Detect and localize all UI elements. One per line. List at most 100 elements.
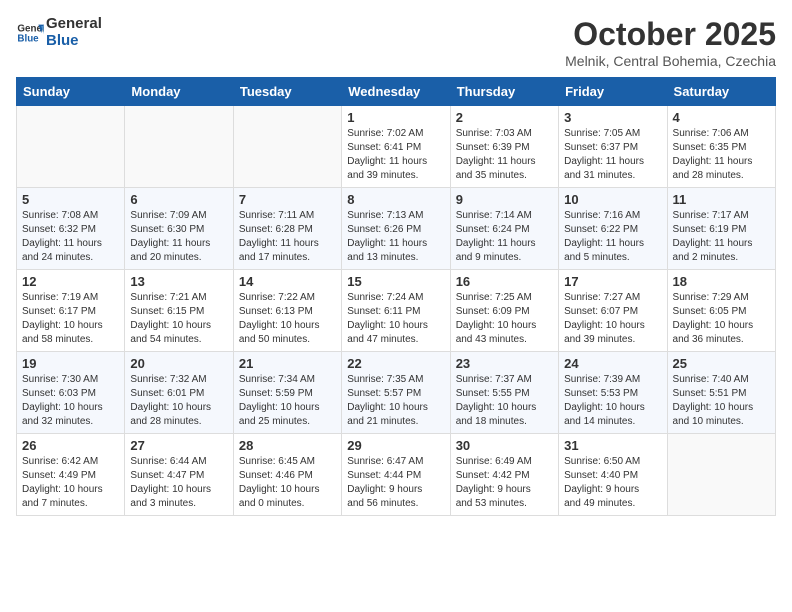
day-info: Sunrise: 7:39 AM Sunset: 5:53 PM Dayligh…	[564, 373, 661, 429]
weekday-header-thursday: Thursday	[450, 78, 558, 106]
weekday-header-row: SundayMondayTuesdayWednesdayThursdayFrid…	[17, 78, 776, 106]
day-number: 12	[22, 274, 119, 289]
calendar-cell: 17Sunrise: 7:27 AM Sunset: 6:07 PM Dayli…	[559, 270, 667, 352]
day-number: 31	[564, 438, 661, 453]
day-info: Sunrise: 7:14 AM Sunset: 6:24 PM Dayligh…	[456, 209, 553, 265]
week-row-3: 12 Sunrise: 7:19 AM Sunset: 6:17 PM Dayli…	[17, 270, 776, 352]
day-number: 6	[130, 192, 227, 207]
day-info: Sunrise: 7:13 AM Sunset: 6:26 PM Dayligh…	[347, 209, 444, 265]
calendar-cell: 1Sunrise: 7:02 AM Sunset: 6:41 PM Daylig…	[342, 106, 450, 188]
day-info: Sunrise: 7:40 AM Sunset: 5:51 PM Dayligh…	[673, 373, 770, 429]
week-row-5: 26 Sunrise: 6:42 AM Sunset: 4:49 PM Dayli…	[17, 434, 776, 516]
weekday-header-sunday: Sunday	[17, 78, 125, 106]
day-info: Sunrise: 7:24 AM Sunset: 6:11 PM Dayligh…	[347, 291, 444, 347]
weekday-header-wednesday: Wednesday	[342, 78, 450, 106]
day-info: Sunrise: 6:49 AM Sunset: 4:42 PM Dayligh…	[456, 455, 553, 511]
day-number: 30	[456, 438, 553, 453]
calendar-cell: 2 Sunrise: 7:03 AM Sunset: 6:39 PM Daylig…	[450, 106, 558, 188]
svg-text:Blue: Blue	[17, 33, 39, 44]
calendar-cell: 31 Sunrise: 6:50 AM Sunset: 4:40 PM Dayli…	[559, 434, 667, 516]
page-header: General Blue General Blue October 2025 M…	[16, 16, 776, 69]
calendar-cell	[233, 106, 341, 188]
day-info: Sunrise: 6:42 AM Sunset: 4:49 PM Dayligh…	[22, 455, 119, 511]
day-number: 3	[564, 110, 661, 125]
day-info: Sunrise: 7:08 AM Sunset: 6:32 PM Dayligh…	[22, 209, 119, 265]
day-number: 22	[347, 356, 444, 371]
day-info: Sunrise: 7:27 AM Sunset: 6:07 PM Dayligh…	[564, 291, 661, 347]
calendar-cell: 4 Sunrise: 7:06 AM Sunset: 6:35 PM Daylig…	[667, 106, 775, 188]
day-number: 28	[239, 438, 336, 453]
calendar-cell: 26 Sunrise: 6:42 AM Sunset: 4:49 PM Dayli…	[17, 434, 125, 516]
calendar-cell	[125, 106, 233, 188]
month-title: October 2025	[565, 16, 776, 53]
week-row-4: 19 Sunrise: 7:30 AM Sunset: 6:03 PM Dayli…	[17, 352, 776, 434]
calendar-cell: 8 Sunrise: 7:13 AM Sunset: 6:26 PM Daylig…	[342, 188, 450, 270]
calendar-cell: 30 Sunrise: 6:49 AM Sunset: 4:42 PM Dayli…	[450, 434, 558, 516]
logo: General Blue General Blue	[16, 16, 102, 49]
day-info: Sunrise: 7:02 AM Sunset: 6:41 PM Dayligh…	[347, 127, 444, 183]
calendar-cell: 15 Sunrise: 7:24 AM Sunset: 6:11 PM Dayli…	[342, 270, 450, 352]
day-info: Sunrise: 7:22 AM Sunset: 6:13 PM Dayligh…	[239, 291, 336, 347]
day-info: Sunrise: 7:25 AM Sunset: 6:09 PM Dayligh…	[456, 291, 553, 347]
calendar-cell: 9 Sunrise: 7:14 AM Sunset: 6:24 PM Daylig…	[450, 188, 558, 270]
day-number: 4	[673, 110, 770, 125]
weekday-header-tuesday: Tuesday	[233, 78, 341, 106]
calendar-cell: 28Sunrise: 6:45 AM Sunset: 4:46 PM Dayli…	[233, 434, 341, 516]
weekday-header-saturday: Saturday	[667, 78, 775, 106]
calendar-cell: 16 Sunrise: 7:25 AM Sunset: 6:09 PM Dayli…	[450, 270, 558, 352]
calendar-cell: 29 Sunrise: 6:47 AM Sunset: 4:44 PM Dayli…	[342, 434, 450, 516]
day-info: Sunrise: 7:32 AM Sunset: 6:01 PM Dayligh…	[130, 373, 227, 429]
day-info: Sunrise: 6:50 AM Sunset: 4:40 PM Dayligh…	[564, 455, 661, 511]
day-info: Sunrise: 7:09 AM Sunset: 6:30 PM Dayligh…	[130, 209, 227, 265]
day-info: Sunrise: 6:47 AM Sunset: 4:44 PM Dayligh…	[347, 455, 444, 511]
calendar-table: SundayMondayTuesdayWednesdayThursdayFrid…	[16, 77, 776, 516]
day-info: Sunrise: 7:11 AM Sunset: 6:28 PM Dayligh…	[239, 209, 336, 265]
day-number: 15	[347, 274, 444, 289]
calendar-cell: 6 Sunrise: 7:09 AM Sunset: 6:30 PM Daylig…	[125, 188, 233, 270]
day-number: 7	[239, 192, 336, 207]
calendar-cell: 27Sunrise: 6:44 AM Sunset: 4:47 PM Dayli…	[125, 434, 233, 516]
calendar-cell: 19 Sunrise: 7:30 AM Sunset: 6:03 PM Dayli…	[17, 352, 125, 434]
day-info: Sunrise: 7:30 AM Sunset: 6:03 PM Dayligh…	[22, 373, 119, 429]
day-number: 8	[347, 192, 444, 207]
calendar-cell	[667, 434, 775, 516]
calendar-cell: 5 Sunrise: 7:08 AM Sunset: 6:32 PM Daylig…	[17, 188, 125, 270]
logo-icon: General Blue	[16, 19, 44, 47]
day-info: Sunrise: 6:44 AM Sunset: 4:47 PM Dayligh…	[130, 455, 227, 511]
calendar-cell: 12 Sunrise: 7:19 AM Sunset: 6:17 PM Dayli…	[17, 270, 125, 352]
day-number: 10	[564, 192, 661, 207]
day-number: 9	[456, 192, 553, 207]
day-info: Sunrise: 7:06 AM Sunset: 6:35 PM Dayligh…	[673, 127, 770, 183]
day-number: 24	[564, 356, 661, 371]
day-number: 19	[22, 356, 119, 371]
calendar-cell: 18Sunrise: 7:29 AM Sunset: 6:05 PM Dayli…	[667, 270, 775, 352]
calendar-cell: 10Sunrise: 7:16 AM Sunset: 6:22 PM Dayli…	[559, 188, 667, 270]
location-subtitle: Melnik, Central Bohemia, Czechia	[565, 53, 776, 69]
calendar-cell: 13Sunrise: 7:21 AM Sunset: 6:15 PM Dayli…	[125, 270, 233, 352]
week-row-2: 5 Sunrise: 7:08 AM Sunset: 6:32 PM Daylig…	[17, 188, 776, 270]
calendar-cell	[17, 106, 125, 188]
day-number: 20	[130, 356, 227, 371]
day-info: Sunrise: 7:17 AM Sunset: 6:19 PM Dayligh…	[673, 209, 770, 265]
day-number: 23	[456, 356, 553, 371]
weekday-header-monday: Monday	[125, 78, 233, 106]
day-number: 21	[239, 356, 336, 371]
day-info: Sunrise: 7:19 AM Sunset: 6:17 PM Dayligh…	[22, 291, 119, 347]
day-info: Sunrise: 7:37 AM Sunset: 5:55 PM Dayligh…	[456, 373, 553, 429]
calendar-cell: 11Sunrise: 7:17 AM Sunset: 6:19 PM Dayli…	[667, 188, 775, 270]
calendar-cell: 22 Sunrise: 7:35 AM Sunset: 5:57 PM Dayli…	[342, 352, 450, 434]
day-number: 16	[456, 274, 553, 289]
day-info: Sunrise: 7:34 AM Sunset: 5:59 PM Dayligh…	[239, 373, 336, 429]
logo-blue: Blue	[46, 33, 102, 50]
day-number: 29	[347, 438, 444, 453]
title-area: October 2025 Melnik, Central Bohemia, Cz…	[565, 16, 776, 69]
calendar-cell: 3 Sunrise: 7:05 AM Sunset: 6:37 PM Daylig…	[559, 106, 667, 188]
day-info: Sunrise: 7:21 AM Sunset: 6:15 PM Dayligh…	[130, 291, 227, 347]
week-row-1: 1Sunrise: 7:02 AM Sunset: 6:41 PM Daylig…	[17, 106, 776, 188]
day-number: 26	[22, 438, 119, 453]
day-number: 2	[456, 110, 553, 125]
day-info: Sunrise: 7:05 AM Sunset: 6:37 PM Dayligh…	[564, 127, 661, 183]
day-info: Sunrise: 7:35 AM Sunset: 5:57 PM Dayligh…	[347, 373, 444, 429]
day-number: 5	[22, 192, 119, 207]
day-info: Sunrise: 7:03 AM Sunset: 6:39 PM Dayligh…	[456, 127, 553, 183]
